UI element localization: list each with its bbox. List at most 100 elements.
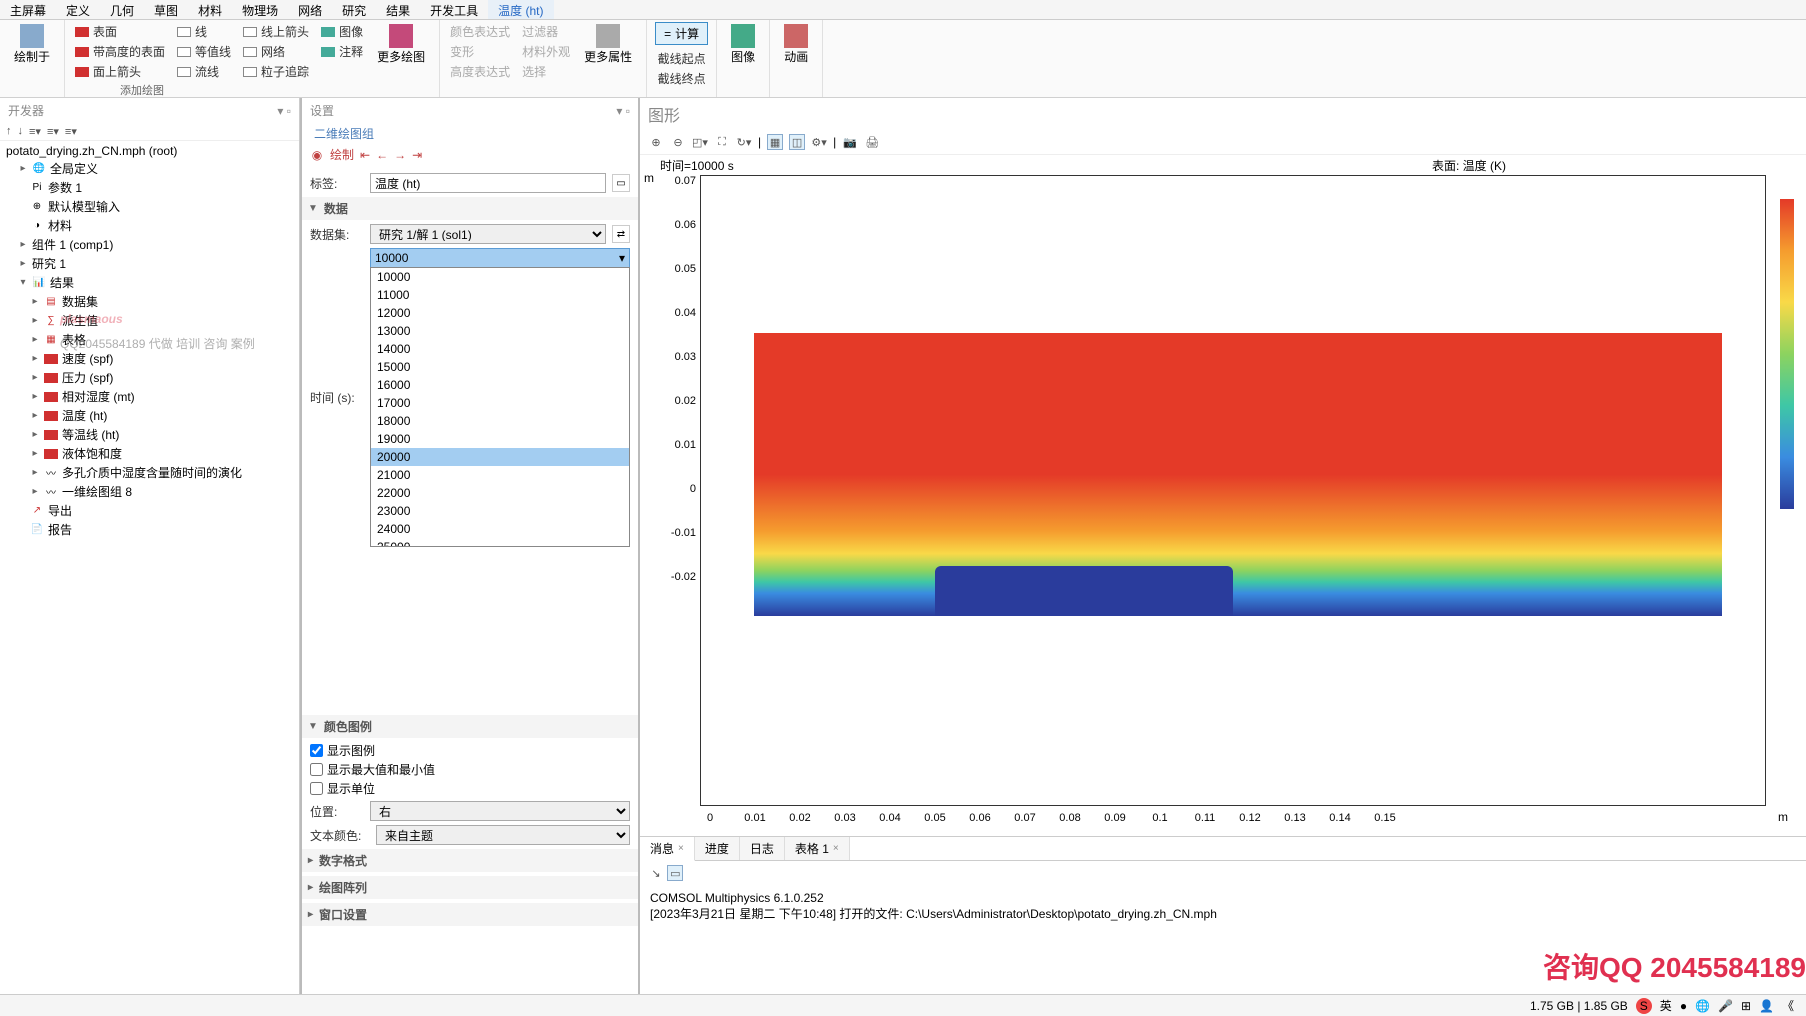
time-option[interactable]: 19000 bbox=[371, 430, 629, 448]
tb-list1[interactable]: ≡▾ bbox=[29, 125, 41, 138]
menu-study[interactable]: 研究 bbox=[332, 0, 376, 19]
time-select[interactable]: 10000▾ bbox=[370, 248, 630, 268]
rb-line[interactable]: 线 bbox=[175, 22, 233, 41]
settings-gear-icon[interactable]: ⚙▾ bbox=[811, 134, 827, 150]
menu-result[interactable]: 结果 bbox=[376, 0, 420, 19]
time-option[interactable]: 10000 bbox=[371, 268, 629, 286]
status-chev-icon[interactable]: 《 bbox=[1782, 997, 1794, 1014]
time-dropdown[interactable]: 1000011000120001300014000150001600017000… bbox=[370, 267, 630, 547]
nav-last-icon[interactable]: ⇥ bbox=[412, 148, 422, 162]
status-grid-icon[interactable]: ⊞ bbox=[1741, 999, 1751, 1013]
tree-results[interactable]: ▾📊结果 bbox=[2, 273, 297, 292]
cb-minmax[interactable] bbox=[310, 763, 323, 776]
msg-icon2[interactable]: ▭ bbox=[667, 865, 683, 881]
tree-derived[interactable]: ▸∑派生值 bbox=[2, 311, 297, 330]
rb-contour[interactable]: 等值线 bbox=[175, 42, 233, 61]
tree-datasets[interactable]: ▸▤数据集 bbox=[2, 292, 297, 311]
label-input[interactable] bbox=[370, 173, 606, 193]
section-win[interactable]: ▸窗口设置 bbox=[302, 903, 638, 926]
time-option[interactable]: 15000 bbox=[371, 358, 629, 376]
anim-button[interactable]: 动画 bbox=[778, 22, 814, 67]
tb-list3[interactable]: ≡▾ bbox=[65, 125, 77, 138]
rb-particle[interactable]: 粒子追踪 bbox=[241, 62, 311, 81]
menu-mat[interactable]: 材料 bbox=[188, 0, 232, 19]
tb-list2[interactable]: ≡▾ bbox=[47, 125, 59, 138]
nav-prev-icon[interactable]: ← bbox=[376, 148, 388, 162]
tree-pressure[interactable]: ▸压力 (spf) bbox=[2, 368, 297, 387]
view-mode1-icon[interactable]: ▦ bbox=[767, 134, 783, 150]
tree-isotherm[interactable]: ▸等温线 (ht) bbox=[2, 425, 297, 444]
section-arr[interactable]: ▸绘图阵列 bbox=[302, 876, 638, 899]
time-option[interactable]: 12000 bbox=[371, 304, 629, 322]
menu-temp[interactable]: 温度 (ht) bbox=[488, 0, 553, 19]
tree-globaldef[interactable]: ▸🌐全局定义 bbox=[2, 159, 297, 178]
tab-log[interactable]: 日志 bbox=[740, 837, 785, 860]
lang-indicator[interactable]: 英 bbox=[1660, 997, 1672, 1014]
rb-surface[interactable]: 表面 bbox=[73, 22, 167, 41]
menu-def[interactable]: 定义 bbox=[56, 0, 100, 19]
time-option[interactable]: 24000 bbox=[371, 520, 629, 538]
tree-params[interactable]: Pi参数 1 bbox=[2, 178, 297, 197]
msg-icon1[interactable]: ↘ bbox=[648, 865, 664, 881]
tb-down[interactable]: ↓ bbox=[18, 125, 24, 138]
panel-dropdown-icon[interactable]: ▾ ▫ bbox=[277, 104, 291, 118]
rb-cutstart[interactable]: 截线起点 bbox=[656, 49, 708, 68]
tab-table1[interactable]: 表格 1× bbox=[785, 837, 850, 860]
tree-comp1[interactable]: ▸组件 1 (comp1) bbox=[2, 235, 297, 254]
rb-stream[interactable]: 流线 bbox=[175, 62, 233, 81]
time-option[interactable]: 23000 bbox=[371, 502, 629, 520]
rb-arrow-surf[interactable]: 面上箭头 bbox=[73, 62, 167, 81]
tree-report[interactable]: 📄报告 bbox=[2, 520, 297, 539]
plot-on-button[interactable]: 绘制于 bbox=[8, 22, 56, 67]
compute-button[interactable]: =计算 bbox=[655, 22, 708, 45]
status-globe-icon[interactable]: 🌐 bbox=[1695, 999, 1710, 1013]
time-option[interactable]: 25000 bbox=[371, 538, 629, 547]
rb-mesh[interactable]: 网络 bbox=[241, 42, 311, 61]
pos-select[interactable]: 右 bbox=[370, 801, 630, 821]
dataset-link-icon[interactable]: ⇄ bbox=[612, 225, 630, 243]
status-mic-icon[interactable]: 🎤 bbox=[1718, 999, 1733, 1013]
nav-next-icon[interactable]: → bbox=[394, 148, 406, 162]
rb-height-surf[interactable]: 带高度的表面 bbox=[73, 42, 167, 61]
tree-evolution[interactable]: ▸〰多孔介质中湿度含量随时间的演化 bbox=[2, 463, 297, 482]
tree-tables[interactable]: ▸▦表格 bbox=[2, 330, 297, 349]
time-option[interactable]: 22000 bbox=[371, 484, 629, 502]
tb-up[interactable]: ↑ bbox=[6, 125, 12, 138]
time-option[interactable]: 14000 bbox=[371, 340, 629, 358]
label-btn-icon[interactable]: ▭ bbox=[612, 174, 630, 192]
time-option[interactable]: 16000 bbox=[371, 376, 629, 394]
more-attr-button[interactable]: 更多属性 bbox=[578, 22, 638, 67]
section-fmt[interactable]: ▸数字格式 bbox=[302, 849, 638, 872]
tree-temp[interactable]: ▸温度 (ht) bbox=[2, 406, 297, 425]
settings-menu-icon[interactable]: ▾ ▫ bbox=[616, 104, 630, 118]
menu-geom[interactable]: 几何 bbox=[100, 0, 144, 19]
menu-phys[interactable]: 物理场 bbox=[232, 0, 288, 19]
close-icon[interactable]: × bbox=[678, 843, 684, 854]
menu-sketch[interactable]: 草图 bbox=[144, 0, 188, 19]
tree-root[interactable]: potato_drying.zh_CN.mph (root) bbox=[2, 143, 297, 159]
rb-annot[interactable]: 注释 bbox=[319, 42, 365, 61]
section-data[interactable]: ▼数据 bbox=[302, 197, 638, 220]
time-option[interactable]: 21000 bbox=[371, 466, 629, 484]
rb-arrow-line[interactable]: 线上箭头 bbox=[241, 22, 311, 41]
dataset-select[interactable]: 研究 1/解 1 (sol1) bbox=[370, 224, 606, 244]
tree-materials[interactable]: ◑材料 bbox=[2, 216, 297, 235]
status-dot1-icon[interactable]: ● bbox=[1680, 999, 1687, 1013]
tab-progress[interactable]: 进度 bbox=[695, 837, 740, 860]
tab-messages[interactable]: 消息× bbox=[640, 837, 695, 861]
nav-first-icon[interactable]: ⇤ bbox=[360, 148, 370, 162]
status-s-icon[interactable]: S bbox=[1636, 998, 1652, 1014]
cb-show-legend[interactable] bbox=[310, 744, 323, 757]
time-option[interactable]: 13000 bbox=[371, 322, 629, 340]
menu-home[interactable]: 主屏幕 bbox=[0, 0, 56, 19]
tree-sat[interactable]: ▸液体饱和度 bbox=[2, 444, 297, 463]
time-option[interactable]: 17000 bbox=[371, 394, 629, 412]
plot-canvas[interactable]: 时间=10000 s 表面: 温度 (K) m 0.070.060.050.04… bbox=[640, 155, 1806, 836]
print-icon[interactable]: 🖨 bbox=[864, 134, 880, 150]
zoom-out-icon[interactable]: ⊖ bbox=[670, 134, 686, 150]
time-option[interactable]: 18000 bbox=[371, 412, 629, 430]
tree-modelinput[interactable]: ⊕默认模型输入 bbox=[2, 197, 297, 216]
more-plot-button[interactable]: 更多绘图 bbox=[371, 22, 431, 67]
rb-cutend[interactable]: 截线终点 bbox=[656, 69, 708, 88]
view-mode2-icon[interactable]: ◫ bbox=[789, 134, 805, 150]
